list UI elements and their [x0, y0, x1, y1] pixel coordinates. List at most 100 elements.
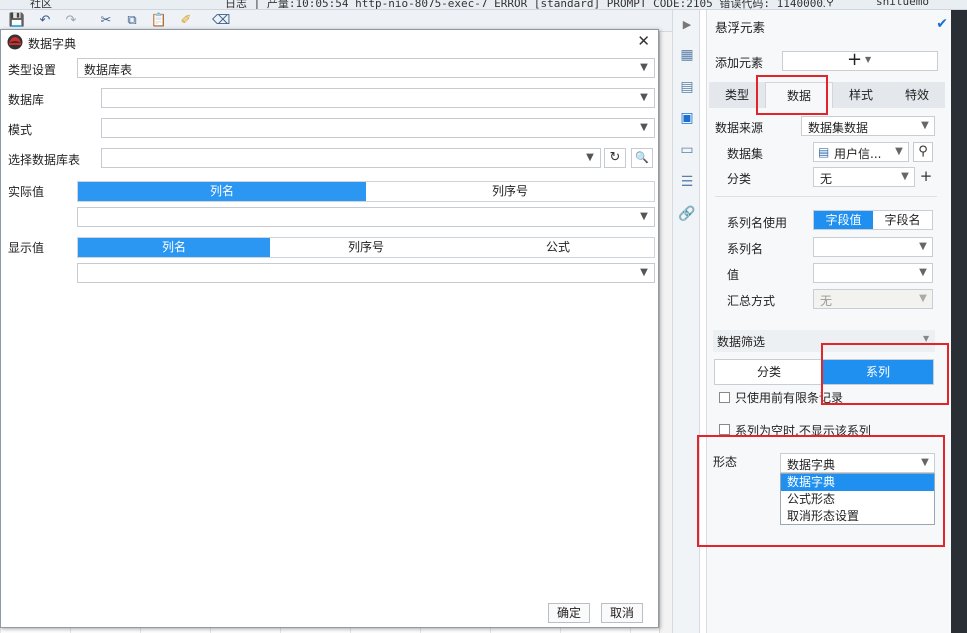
copy-icon[interactable]: ⧉	[123, 13, 141, 29]
shape-dropdown-list: 数据字典 公式形态 取消形态设置	[780, 473, 935, 525]
data-filter-header[interactable]: 数据筛选 ▼	[713, 330, 935, 352]
table-select[interactable]: ▼	[101, 148, 601, 168]
type-setting-label: 类型设置	[8, 63, 57, 77]
property-rail: ▶ ▦ ▤ ▣ ▭ ☰ 🔗	[672, 10, 700, 633]
category-select[interactable]: 无 ▼	[813, 167, 915, 187]
series-name-use-toggle: 字段值 字段名	[813, 210, 933, 230]
top-status-bar: 社区 日志 | 产量:10:05:54 http-nio-8075-exec-7…	[0, 0, 967, 10]
shape-option-data-dictionary[interactable]: 数据字典	[781, 474, 934, 491]
search-icon[interactable]: ⚲	[913, 142, 933, 162]
actual-value-label: 实际值	[8, 185, 45, 199]
desktop-edge	[951, 10, 967, 633]
shape-option-cancel[interactable]: 取消形态设置	[781, 508, 934, 525]
actual-column-index-option[interactable]: 列序号	[366, 182, 654, 201]
display-column-name-option[interactable]: 列名	[78, 238, 270, 257]
schema-select[interactable]: ▼	[101, 118, 655, 138]
condition-attribute-icon[interactable]: ☰	[678, 173, 696, 191]
chevron-down-icon: ▼	[919, 293, 927, 304]
paste-icon[interactable]: 📋	[150, 13, 168, 29]
ok-button[interactable]: 确定	[548, 603, 590, 623]
display-value-select[interactable]: ▼	[77, 263, 655, 283]
divider	[715, 196, 937, 197]
data-filter-toggle: 分类 系列	[714, 359, 934, 385]
display-value-label: 显示值	[8, 241, 45, 255]
display-column-index-option[interactable]: 列序号	[270, 238, 462, 257]
filter-category-option[interactable]: 分类	[715, 360, 823, 384]
actual-value-toggle: 列名 列序号	[77, 181, 655, 202]
undo-icon[interactable]: ↶	[36, 13, 54, 29]
chevron-down-icon: ▼	[865, 55, 872, 64]
chevron-down-icon: ▼	[895, 146, 903, 157]
data-source-select[interactable]: 数据集数据 ▼	[801, 116, 935, 136]
tab-data[interactable]: 数据	[765, 82, 833, 108]
float-element-panel: 悬浮元素 ✔ 添加元素 + ▼ 类型 数据 样式 特效 数据来源 数据集数据 ▼…	[706, 10, 951, 633]
chevron-down-icon: ▼	[640, 92, 648, 103]
chevron-down-icon: ▼	[919, 267, 927, 278]
type-setting-select[interactable]: 数据库表 ▼	[77, 58, 655, 78]
actual-value-select[interactable]: ▼	[77, 207, 655, 227]
field-value-option[interactable]: 字段值	[814, 211, 873, 229]
user-label[interactable]: shituemo	[876, 0, 929, 8]
cell-element-icon[interactable]: ▤	[678, 78, 696, 96]
refresh-icon[interactable]: ↻	[604, 148, 626, 168]
community-label[interactable]: 社区	[30, 0, 52, 9]
redo-icon[interactable]: ↷	[62, 13, 80, 29]
collapse-icon: ▼	[923, 334, 930, 343]
hide-empty-series-label: 系列为空时,不显示该系列	[735, 424, 871, 438]
actual-column-name-option[interactable]: 列名	[78, 182, 366, 201]
save-icon[interactable]: 💾	[8, 13, 26, 29]
clear-icon[interactable]: ⌫	[212, 13, 230, 29]
cancel-button[interactable]: 取消	[601, 603, 643, 623]
hyperlink-icon[interactable]: 🔗	[678, 205, 696, 223]
preview-icon[interactable]: 🔍	[631, 148, 653, 168]
series-name-select[interactable]: ▼	[813, 237, 933, 257]
format-brush-icon[interactable]: ✐	[177, 13, 195, 29]
shape-option-formula[interactable]: 公式形态	[781, 491, 934, 508]
panel-header: 悬浮元素 ✔	[707, 10, 952, 40]
add-element-button[interactable]: + ▼	[782, 49, 938, 71]
add-element-label: 添加元素	[715, 56, 764, 70]
category-label: 分类	[727, 172, 752, 186]
only-limited-label: 只使用前有限条记录	[735, 391, 844, 405]
pencil-icon[interactable]: ✔	[936, 16, 948, 32]
chevron-down-icon: ▼	[640, 62, 648, 73]
chevron-down-icon: ▼	[921, 120, 929, 131]
tab-style[interactable]: 样式	[833, 82, 889, 108]
database-label: 数据库	[8, 93, 45, 107]
tab-type[interactable]: 类型	[709, 82, 765, 108]
search-icon[interactable]: ⚲	[826, 0, 834, 8]
tab-effect[interactable]: 特效	[889, 82, 945, 108]
panel-title: 悬浮元素	[715, 20, 766, 35]
chevron-down-icon: ▼	[640, 211, 648, 222]
value-label: 值	[727, 268, 740, 282]
shape-select[interactable]: 数据字典 ▼	[780, 453, 935, 473]
hide-empty-series-checkbox[interactable]	[719, 424, 730, 435]
filter-series-option[interactable]: 系列	[823, 360, 933, 384]
chevron-down-icon: ▼	[640, 122, 648, 133]
field-name-option[interactable]: 字段名	[873, 211, 932, 229]
plus-icon: +	[847, 49, 863, 70]
chevron-down-icon: ▼	[921, 457, 929, 468]
close-icon[interactable]: ✕	[637, 32, 650, 50]
collapse-arrow-icon[interactable]: ▶	[678, 16, 696, 34]
chevron-down-icon: ▼	[640, 267, 648, 278]
add-category-icon[interactable]: +	[917, 167, 935, 187]
shape-label: 形态	[713, 455, 738, 469]
panel-tabs: 类型 数据 样式 特效	[709, 82, 945, 108]
cut-icon[interactable]: ✂	[97, 13, 115, 29]
sheet-scrollbar[interactable]	[659, 32, 672, 633]
database-select[interactable]: ▼	[101, 88, 655, 108]
chevron-down-icon: ▼	[919, 241, 927, 252]
dialog-titlebar[interactable]: 数据字典 ✕	[1, 30, 658, 54]
only-limited-checkbox[interactable]	[719, 392, 730, 403]
cell-attribute-icon[interactable]: ▦	[678, 46, 696, 64]
chevron-down-icon: ▼	[586, 152, 594, 163]
dataset-select[interactable]: ▤ 用户信... ▼	[813, 142, 909, 162]
dataset-icon: ▤	[818, 145, 830, 159]
widget-icon[interactable]: ▭	[678, 141, 696, 159]
value-select[interactable]: ▼	[813, 263, 933, 283]
app-logo-icon	[7, 34, 23, 50]
display-formula-option[interactable]: 公式	[462, 238, 654, 257]
series-name-label: 系列名	[727, 242, 764, 256]
float-element-icon[interactable]: ▣	[678, 109, 696, 127]
